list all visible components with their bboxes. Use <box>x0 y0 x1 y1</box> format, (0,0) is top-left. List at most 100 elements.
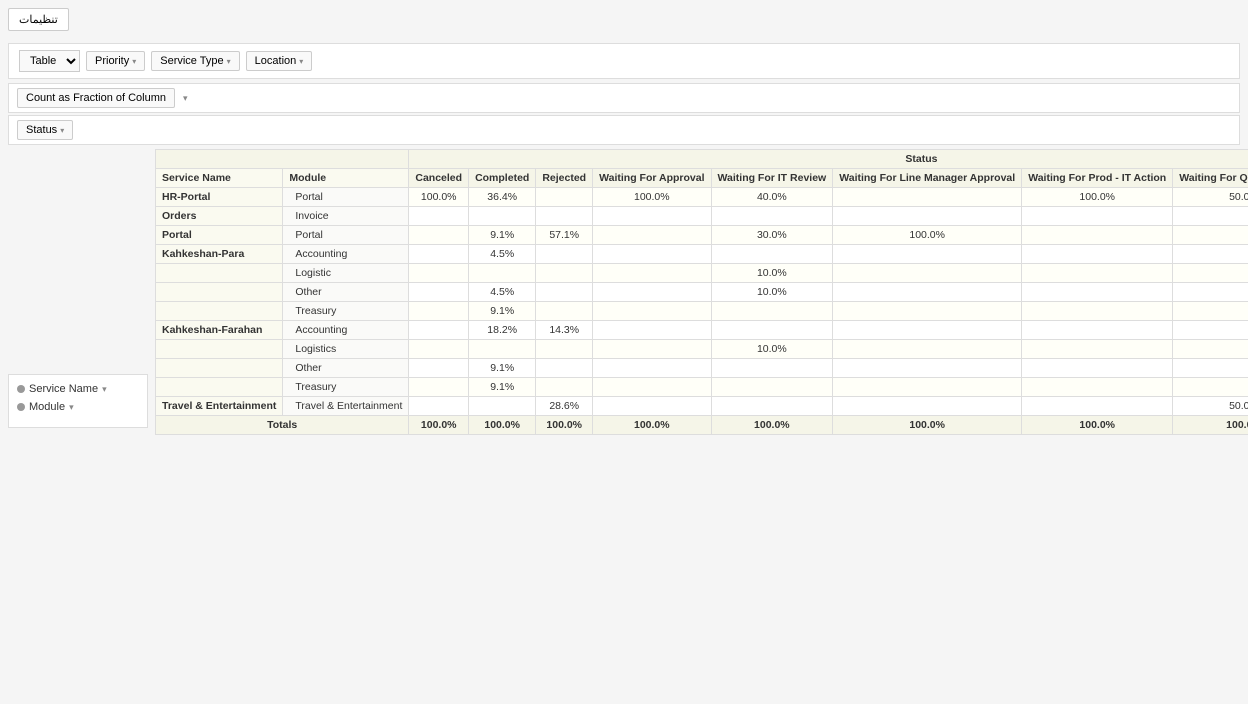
cell-completed <box>469 264 536 283</box>
table-row: Orders Invoice 25.0% 2.0% <box>156 207 1248 226</box>
cell-completed <box>469 207 536 226</box>
cell-waiting-it <box>711 302 833 321</box>
cell-rejected <box>536 283 593 302</box>
status-arrow-icon: ▾ <box>60 126 64 135</box>
cell-waiting-approval <box>593 207 711 226</box>
cell-module: Accounting <box>283 245 409 264</box>
cell-waiting-line <box>833 340 1022 359</box>
col-completed: Completed <box>469 169 536 188</box>
col-waiting-prod: Waiting For Prod - IT Action <box>1022 169 1173 188</box>
cell-canceled <box>409 226 469 245</box>
cell-module: Logistics <box>283 340 409 359</box>
cell-module: Invoice <box>283 207 409 226</box>
totals-waiting-prod: 100.0% <box>1022 416 1173 435</box>
cell-canceled <box>409 340 469 359</box>
totals-waiting-approval: 100.0% <box>593 416 711 435</box>
cell-rejected <box>536 207 593 226</box>
cell-waiting-prod <box>1022 264 1173 283</box>
cell-rejected <box>536 359 593 378</box>
cell-waiting-approval <box>593 264 711 283</box>
measure-button[interactable]: Count as Fraction of Column <box>17 88 175 108</box>
view-bar: Count as Fraction of Column ▾ <box>8 83 1240 113</box>
cell-waiting-it <box>711 397 833 416</box>
cell-waiting-prod <box>1022 302 1173 321</box>
cell-module: Travel & Entertainment <box>283 397 409 416</box>
totals-waiting-qa-it: 100.0% <box>1173 416 1248 435</box>
cell-waiting-approval <box>593 283 711 302</box>
cell-waiting-qa-it <box>1173 359 1248 378</box>
cell-waiting-approval <box>593 340 711 359</box>
cell-waiting-qa-it <box>1173 378 1248 397</box>
col-waiting-approval: Waiting For Approval <box>593 169 711 188</box>
cell-waiting-line <box>833 397 1022 416</box>
table-row: Treasury 9.1% 4.1% <box>156 378 1248 397</box>
cell-rejected: 14.3% <box>536 321 593 340</box>
col-waiting-it: Waiting For IT Review <box>711 169 833 188</box>
service-type-filter[interactable]: Service Type ▾ <box>151 51 239 71</box>
cell-rejected <box>536 340 593 359</box>
cell-service-name: HR-Portal <box>156 188 283 207</box>
totals-waiting-it: 100.0% <box>711 416 833 435</box>
cell-canceled <box>409 359 469 378</box>
cell-module: Other <box>283 283 409 302</box>
cell-waiting-line <box>833 283 1022 302</box>
cell-waiting-prod <box>1022 378 1173 397</box>
pivot-table: Status Service Name Module Canceled Comp… <box>155 149 1248 435</box>
layout-wrapper: Service Name ▾ Module ▾ Status Service N… <box>0 149 1248 435</box>
module-dot-icon <box>17 403 25 411</box>
left-sidebar: Service Name ▾ Module ▾ <box>8 374 148 428</box>
table-row: Travel & Entertainment Travel & Entertai… <box>156 397 1248 416</box>
cell-completed: 9.1% <box>469 226 536 245</box>
priority-filter[interactable]: Priority ▾ <box>86 51 145 71</box>
settings-button[interactable]: تنظیمات <box>8 8 69 31</box>
table-row: HR-Portal Portal 100.0% 36.4% 100.0% 40.… <box>156 188 1248 207</box>
sidebar-item-module[interactable]: Module ▾ <box>17 401 139 413</box>
sidebar-item-service-name[interactable]: Service Name ▾ <box>17 383 139 395</box>
cell-completed: 18.2% <box>469 321 536 340</box>
cell-waiting-approval <box>593 226 711 245</box>
col-module: Module <box>283 169 409 188</box>
cell-service-name: Portal <box>156 226 283 245</box>
cell-rejected: 57.1% <box>536 226 593 245</box>
cell-service-name <box>156 378 283 397</box>
main-content: Status Service Name Module Canceled Comp… <box>155 149 1240 435</box>
filter-bar: Table List Pivot Priority ▾ Service Type… <box>8 43 1240 79</box>
cell-canceled <box>409 207 469 226</box>
cell-waiting-prod <box>1022 226 1173 245</box>
cell-waiting-approval: 100.0% <box>593 188 711 207</box>
cell-service-name <box>156 264 283 283</box>
cell-service-name: Orders <box>156 207 283 226</box>
cell-service-name: Travel & Entertainment <box>156 397 283 416</box>
cell-completed: 4.5% <box>469 283 536 302</box>
location-filter[interactable]: Location ▾ <box>246 51 313 71</box>
cell-module: Portal <box>283 226 409 245</box>
cell-waiting-qa-it <box>1173 245 1248 264</box>
cell-module: Logistic <box>283 264 409 283</box>
cell-waiting-it: 30.0% <box>711 226 833 245</box>
table-row: Logistic 10.0% 2.0% <box>156 264 1248 283</box>
status-filter[interactable]: Status ▾ <box>17 120 73 140</box>
cell-waiting-qa-it <box>1173 340 1248 359</box>
cell-service-name: Kahkeshan-Para <box>156 245 283 264</box>
cell-waiting-line <box>833 207 1022 226</box>
table-row: Logistics 10.0% 2.0% <box>156 340 1248 359</box>
cell-waiting-line <box>833 245 1022 264</box>
cell-waiting-approval <box>593 302 711 321</box>
cell-service-name: Kahkeshan-Farahan <box>156 321 283 340</box>
cell-waiting-it <box>711 321 833 340</box>
totals-waiting-line: 100.0% <box>833 416 1022 435</box>
cell-waiting-it <box>711 207 833 226</box>
cell-waiting-prod <box>1022 397 1173 416</box>
cell-waiting-prod <box>1022 321 1173 340</box>
view-select[interactable]: Table List Pivot <box>19 50 80 72</box>
cell-canceled: 100.0% <box>409 188 469 207</box>
cell-completed <box>469 397 536 416</box>
cell-waiting-line: 100.0% <box>833 226 1022 245</box>
service-type-arrow-icon: ▾ <box>227 57 231 66</box>
cell-service-name <box>156 340 283 359</box>
table-row: Other 9.1% 4.1% <box>156 359 1248 378</box>
cell-rejected <box>536 264 593 283</box>
measure-arrow-icon: ▾ <box>183 93 188 104</box>
cell-waiting-approval <box>593 359 711 378</box>
priority-arrow-icon: ▾ <box>132 57 136 66</box>
